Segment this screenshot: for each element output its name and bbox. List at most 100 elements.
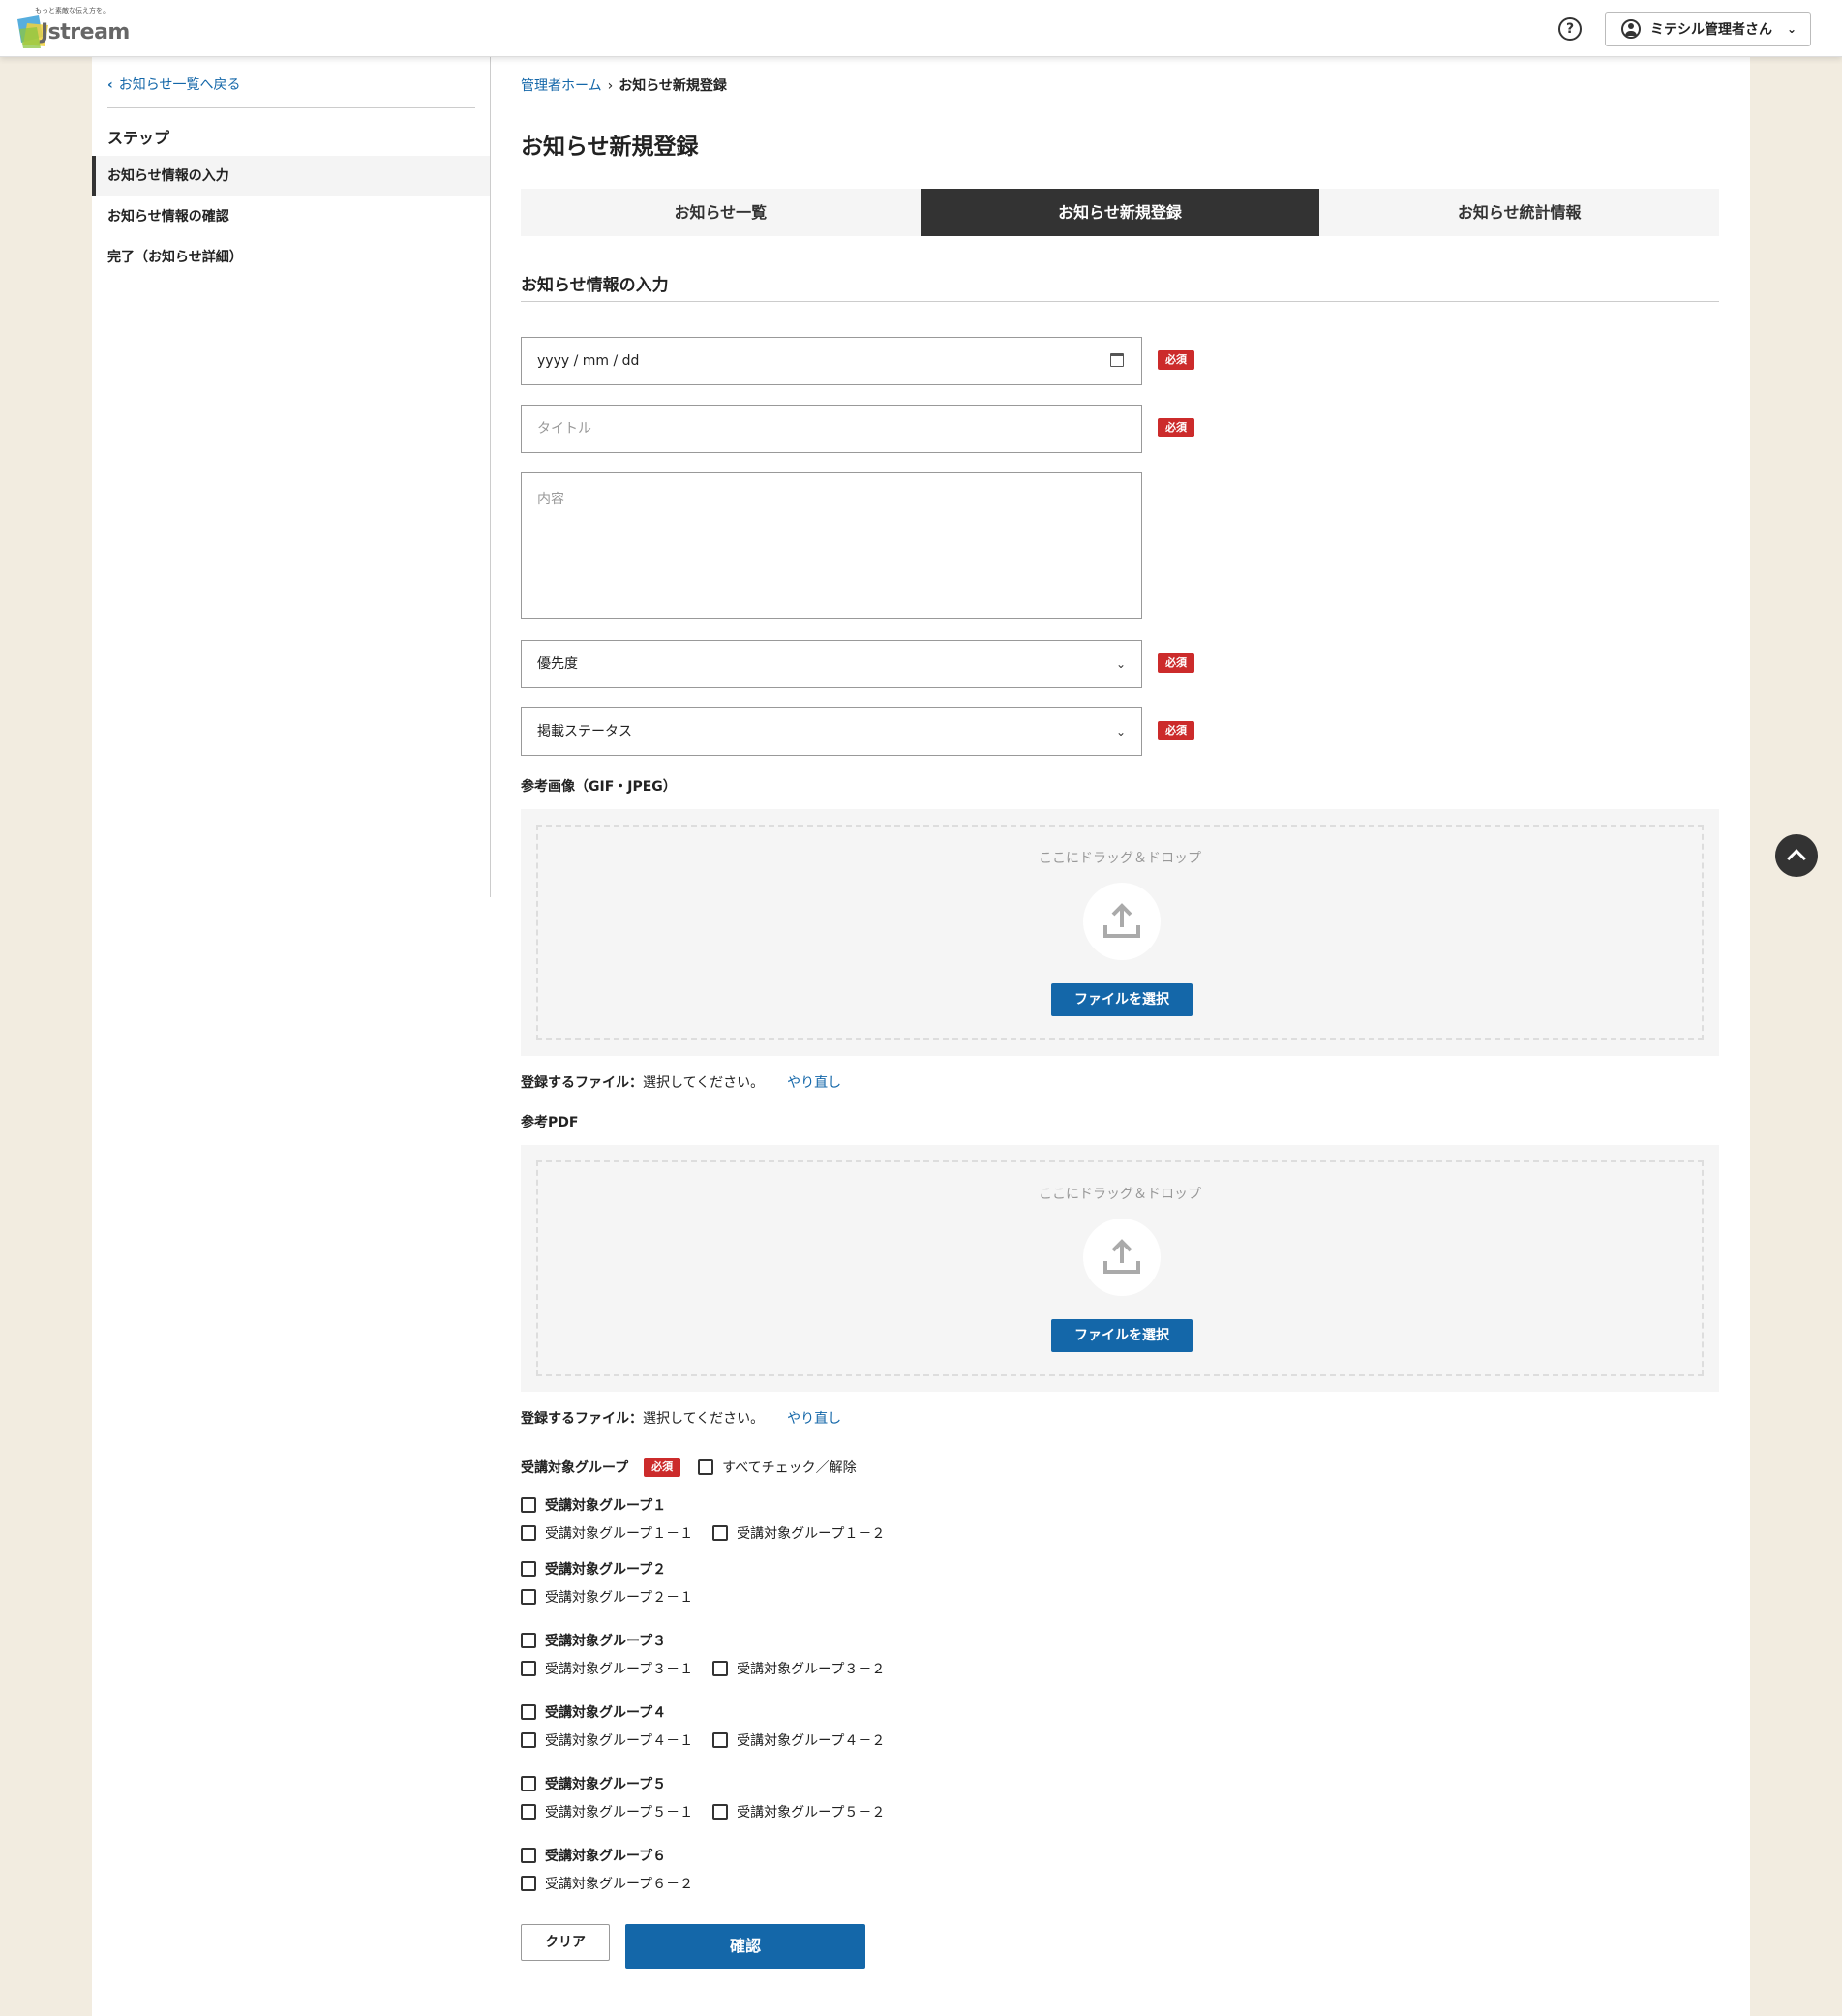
check-all-label: すべてチェック／解除 [722, 1460, 857, 1476]
subgroup-checkbox[interactable]: 受講対象グループ５－２ [712, 1802, 885, 1821]
required-badge: 必須 [1158, 350, 1194, 370]
step-item-confirm: お知らせ情報の確認 [107, 209, 229, 225]
tab-notice-new[interactable]: お知らせ新規登録 [920, 189, 1320, 236]
checkbox[interactable] [521, 1704, 536, 1720]
group-checkbox-3[interactable]: 受講対象グループ３ [521, 1631, 666, 1650]
checkbox[interactable] [712, 1804, 729, 1820]
group-checkbox-5[interactable]: 受講対象グループ５ [521, 1774, 666, 1793]
page-title: お知らせ新規登録 [521, 135, 699, 160]
required-badge: 必須 [1158, 418, 1194, 437]
logo-tagline: もっと素敵な伝え方を。 [35, 7, 109, 15]
pdf-dropzone[interactable]: ここにドラッグ＆ドロップ ファイルを選択 [521, 1145, 1719, 1392]
pdf-file-status: 登録するファイル：選択してください。 やり直し [521, 1408, 841, 1428]
status-select[interactable]: 掲載ステータス ⌄ [521, 707, 1142, 756]
step-item-input: お知らせ情報の入力 [92, 156, 490, 196]
confirm-button[interactable]: 確認 [625, 1924, 865, 1969]
calendar-icon[interactable] [1110, 353, 1124, 367]
subgroup-row: 受講対象グループ１－１ 受講対象グループ１－２ [521, 1523, 904, 1543]
checkbox[interactable] [521, 1732, 536, 1748]
group-label: 受講対象グループ６ [545, 1849, 667, 1864]
date-field[interactable]: yyyy / mm / dd [521, 337, 1142, 385]
checkbox[interactable] [521, 1876, 536, 1891]
image-file-key: 登録するファイル： [521, 1075, 643, 1091]
subgroup-row: 受講対象グループ４－１ 受講対象グループ４－２ [521, 1730, 904, 1750]
checkbox[interactable] [521, 1661, 536, 1676]
back-to-list-link[interactable]: ‹ お知らせ一覧へ戻る [107, 75, 241, 94]
group-label: 受講対象グループ３ [545, 1634, 667, 1649]
upload-icon [1083, 1219, 1161, 1296]
pdf-select-file-button[interactable]: ファイルを選択 [1051, 1319, 1193, 1352]
jstream-logo[interactable]: もっと素敵な伝え方を。 Jstream [14, 6, 130, 50]
subgroup-checkbox[interactable]: 受講対象グループ２－１ [521, 1587, 693, 1607]
logo-text: Jstream [41, 20, 130, 45]
subgroup-label: 受講対象グループ５－１ [545, 1805, 694, 1820]
section-title: お知らせ情報の入力 [521, 276, 669, 295]
group-label: 受講対象グループ１ [545, 1498, 667, 1514]
checkbox[interactable] [521, 1776, 536, 1791]
title-input[interactable]: タイトル [521, 405, 1142, 453]
pdf-drop-text: ここにドラッグ＆ドロップ [1039, 1187, 1201, 1202]
subgroup-label: 受講対象グループ３－１ [545, 1662, 694, 1677]
subgroup-checkbox[interactable]: 受講対象グループ５－１ [521, 1802, 693, 1821]
subgroup-row: 受講対象グループ３－１ 受講対象グループ３－２ [521, 1659, 904, 1678]
subgroup-label: 受講対象グループ６－２ [545, 1877, 694, 1892]
subgroup-checkbox[interactable]: 受講対象グループ１－２ [712, 1523, 885, 1543]
checkbox[interactable] [521, 1633, 536, 1648]
pdf-redo-link[interactable]: やり直し [787, 1411, 841, 1427]
section-divider [521, 301, 1719, 302]
subgroup-checkbox[interactable]: 受講対象グループ３－１ [521, 1659, 693, 1678]
group-label: 受講対象グループ５ [545, 1777, 667, 1792]
subgroup-label: 受講対象グループ５－２ [737, 1805, 886, 1820]
chevron-up-icon[interactable] [1775, 834, 1818, 877]
chevron-down-icon: ⌄ [1115, 725, 1126, 738]
user-name: ミテシル管理者さん [1650, 22, 1772, 38]
checkbox[interactable] [521, 1804, 536, 1820]
subgroup-checkbox[interactable]: 受講対象グループ４－２ [712, 1730, 885, 1750]
check-all-checkbox[interactable] [698, 1459, 714, 1475]
pdf-upload-label: 参考PDF [521, 1115, 579, 1130]
group-checkbox-4[interactable]: 受講対象グループ４ [521, 1702, 666, 1722]
subgroup-label: 受講対象グループ１－１ [545, 1526, 694, 1542]
priority-placeholder: 優先度 [537, 656, 578, 672]
checkbox[interactable] [521, 1497, 536, 1513]
checkbox[interactable] [712, 1661, 729, 1676]
groups-header: 受講対象グループ 必須 すべてチェック／解除 [521, 1458, 857, 1477]
upload-icon [1083, 883, 1161, 960]
image-dropzone[interactable]: ここにドラッグ＆ドロップ ファイルを選択 [521, 809, 1719, 1056]
group-label: 受講対象グループ２ [545, 1562, 667, 1578]
checkbox[interactable] [521, 1589, 536, 1605]
chevron-left-icon: ‹ [107, 77, 113, 93]
group-checkbox-6[interactable]: 受講対象グループ６ [521, 1846, 666, 1865]
content-textarea[interactable]: 内容 [521, 472, 1142, 619]
subgroup-label: 受講対象グループ４－１ [545, 1733, 694, 1749]
date-placeholder: yyyy / mm / dd [537, 353, 640, 369]
tab-notice-stats[interactable]: お知らせ統計情報 [1319, 189, 1719, 236]
checkbox[interactable] [521, 1848, 536, 1863]
clear-button[interactable]: クリア [521, 1924, 610, 1961]
required-badge: 必須 [1158, 721, 1194, 740]
checkbox[interactable] [712, 1525, 729, 1541]
group-label: 受講対象グループ４ [545, 1705, 667, 1721]
top-bar: もっと素敵な伝え方を。 Jstream ? ミテシル管理者さん ⌄ [0, 0, 1842, 57]
checkbox[interactable] [521, 1561, 536, 1577]
group-checkbox-1[interactable]: 受講対象グループ１ [521, 1495, 666, 1515]
steps-title: ステップ [107, 129, 170, 147]
priority-select[interactable]: 優先度 ⌄ [521, 640, 1142, 688]
checkbox[interactable] [521, 1525, 536, 1541]
subgroup-checkbox[interactable]: 受講対象グループ６－２ [521, 1874, 693, 1893]
subgroup-checkbox[interactable]: 受講対象グループ４－１ [521, 1730, 693, 1750]
required-badge: 必須 [1158, 653, 1194, 673]
breadcrumb-home-link[interactable]: 管理者ホーム [521, 78, 602, 94]
breadcrumb-current: お知らせ新規登録 [619, 78, 727, 94]
image-select-file-button[interactable]: ファイルを選択 [1051, 983, 1193, 1016]
image-redo-link[interactable]: やり直し [787, 1075, 841, 1091]
user-menu-button[interactable]: ミテシル管理者さん ⌄ [1605, 12, 1811, 46]
chevron-right-icon: › [607, 78, 614, 94]
checkbox[interactable] [712, 1732, 729, 1748]
status-placeholder: 掲載ステータス [537, 724, 632, 739]
group-checkbox-2[interactable]: 受講対象グループ２ [521, 1559, 666, 1579]
tab-notice-list[interactable]: お知らせ一覧 [521, 189, 921, 236]
subgroup-checkbox[interactable]: 受講対象グループ３－２ [712, 1659, 885, 1678]
subgroup-checkbox[interactable]: 受講対象グループ１－１ [521, 1523, 693, 1543]
help-icon[interactable]: ? [1558, 17, 1582, 41]
